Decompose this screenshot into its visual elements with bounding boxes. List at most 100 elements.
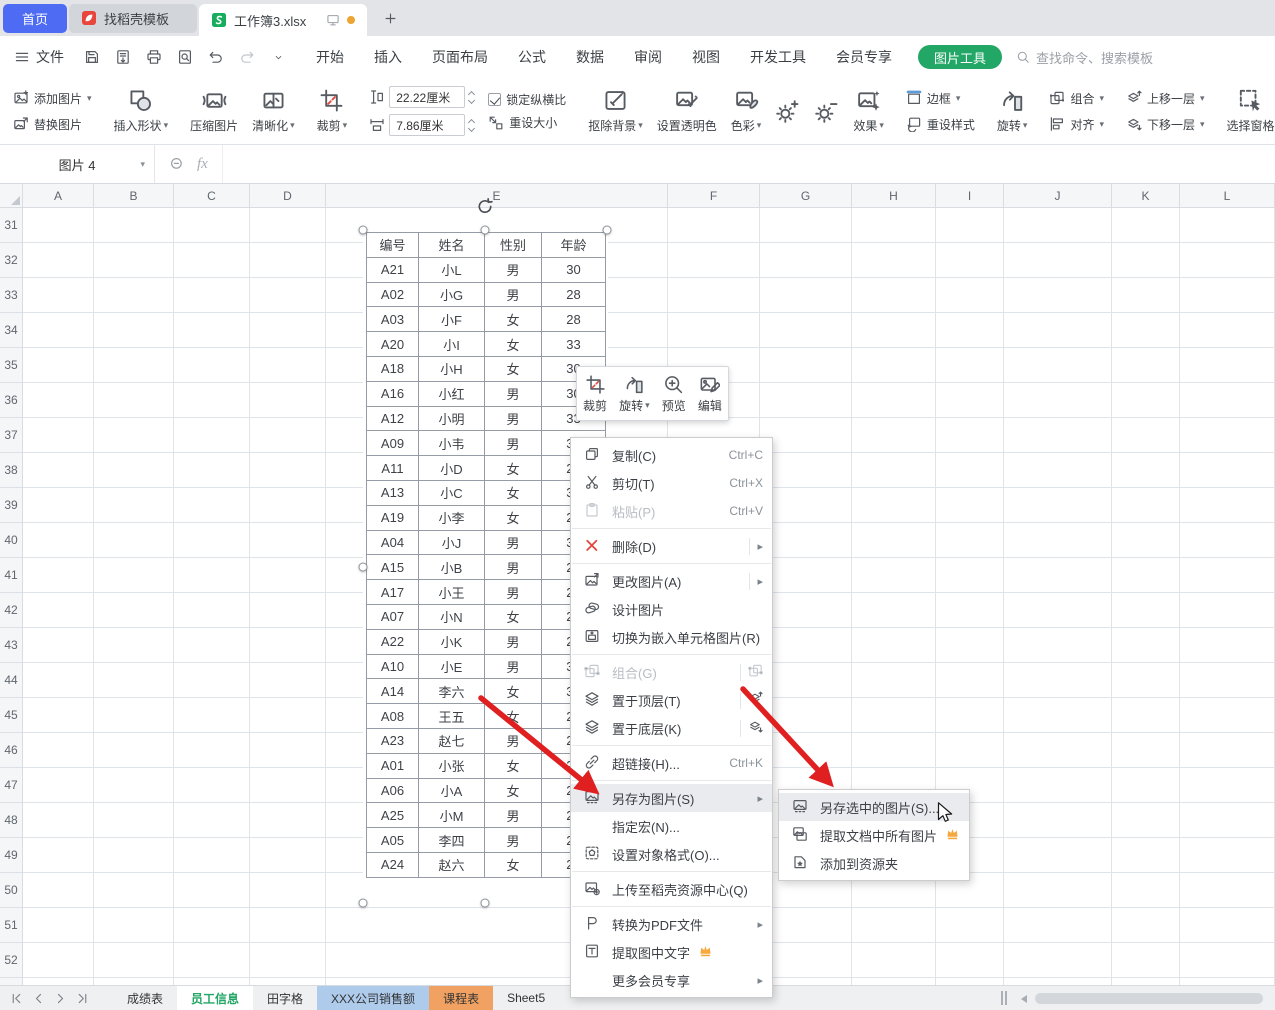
docer-template-tab[interactable]: 找稻壳模板 (69, 4, 197, 33)
tab-scroll-splitter[interactable] (1001, 991, 1007, 1005)
row-header[interactable]: 53 (0, 978, 22, 985)
submenu-item-extract-all-pictures[interactable]: 提取文档中所有图片 (779, 821, 969, 849)
selection-handle[interactable] (481, 226, 490, 235)
submenu-item-save-selected-picture[interactable]: 另存选中的图片(S)... (779, 793, 969, 821)
row-header[interactable]: 49 (0, 838, 22, 873)
selection-handle[interactable] (481, 899, 490, 908)
menu-item[interactable]: 会员专享 (836, 47, 892, 67)
command-search[interactable]: 查找命令、搜索模板 (1016, 48, 1153, 67)
lock-aspect-checkbox[interactable]: 锁定纵横比 (488, 91, 566, 108)
zoom-out-icon[interactable] (169, 156, 185, 172)
sheet-tab[interactable]: 课程表 (429, 986, 493, 1010)
menu-item[interactable]: 数据 (576, 47, 604, 67)
name-box[interactable]: 图片 4 ▾ (0, 145, 155, 183)
selection-handle[interactable] (359, 899, 368, 908)
mini-preview-button[interactable]: 预览 (662, 374, 686, 414)
column-header[interactable]: D (250, 184, 326, 207)
row-header[interactable]: 40 (0, 523, 22, 558)
height-stepper[interactable] (469, 92, 474, 103)
context-menu-item-embed-cell-picture[interactable]: 切换为嵌入单元格图片(R) (571, 623, 772, 651)
context-menu-item-hyperlink[interactable]: 超链接(H)...Ctrl+K (571, 749, 772, 777)
caret-down-button[interactable] (266, 45, 290, 69)
context-menu-item-more-member[interactable]: 更多会员专享▸ (571, 966, 772, 994)
context-menu-item-extract-text[interactable]: 提取图中文字 (571, 938, 772, 966)
context-menu-item-convert-pdf[interactable]: 转换为PDF文件▸ (571, 910, 772, 938)
ribbon-replace-picture-button[interactable]: 替换图片 (13, 116, 92, 133)
hscroll-left-icon[interactable] (1021, 995, 1027, 1003)
first-sheet-icon[interactable] (10, 992, 23, 1005)
row-header[interactable]: 41 (0, 558, 22, 593)
row-header[interactable]: 37 (0, 418, 22, 453)
undo-button[interactable] (204, 45, 228, 69)
menu-item[interactable]: 视图 (692, 47, 720, 67)
picture-height-input[interactable]: 22.22厘米 (389, 86, 465, 108)
context-menu-item-save-as-picture[interactable]: 另存为图片(S)▸ (571, 784, 772, 812)
row-header[interactable]: 46 (0, 733, 22, 768)
ribbon-bring-forward-button[interactable]: 上移一层▾ (1126, 90, 1205, 107)
context-menu-item-design-picture[interactable]: 设计图片 (571, 595, 772, 623)
context-menu-item-delete[interactable]: 删除(D)▸ (571, 532, 772, 560)
rotate-handle-icon[interactable] (476, 197, 495, 219)
column-header[interactable]: B (94, 184, 174, 207)
row-header[interactable]: 31 (0, 208, 22, 243)
mini-crop-button[interactable]: 裁剪 (583, 374, 607, 414)
column-header[interactable]: I (936, 184, 1004, 207)
context-menu-item-paste[interactable]: 粘贴(P)Ctrl+V (571, 497, 772, 525)
context-menu-item-upload-docer[interactable]: 上传至稻壳资源中心(Q) (571, 875, 772, 903)
context-menu-item-send-to-back[interactable]: 置于底层(K) (571, 714, 772, 742)
picture-width-input[interactable]: 7.86厘米 (389, 114, 465, 136)
selection-handle[interactable] (603, 226, 612, 235)
column-header[interactable]: L (1180, 184, 1275, 207)
ribbon-group-button[interactable]: 组合▾ (1049, 90, 1104, 107)
selection-handle[interactable] (359, 563, 368, 572)
menu-item[interactable]: 开始 (316, 47, 344, 67)
context-menu-item-copy[interactable]: 复制(C)Ctrl+C (571, 441, 772, 469)
ribbon-brightness-down-button[interactable] (814, 99, 839, 124)
row-header[interactable]: 39 (0, 488, 22, 523)
workbook-tab[interactable]: 工作簿3.xlsx (199, 4, 367, 36)
ribbon-add-picture-button[interactable]: 添加图片▾ (13, 90, 92, 107)
next-sheet-icon[interactable] (54, 992, 67, 1005)
selection-handle[interactable] (359, 226, 368, 235)
name-box-caret-icon[interactable]: ▾ (140, 160, 145, 169)
home-tab[interactable]: 首页 (3, 4, 67, 33)
context-menu-item-change-picture[interactable]: 更改图片(A)▸ (571, 567, 772, 595)
last-sheet-icon[interactable] (76, 992, 89, 1005)
column-header[interactable]: J (1004, 184, 1112, 207)
ribbon-align-button[interactable]: 对齐▾ (1049, 116, 1104, 133)
ribbon-compress-picture-button[interactable]: 压缩图片 (190, 88, 238, 134)
ribbon-color-button[interactable]: 色彩▾ (731, 88, 762, 134)
column-header[interactable]: G (760, 184, 852, 207)
redo-button[interactable] (235, 45, 259, 69)
row-header[interactable]: 32 (0, 243, 22, 278)
preview-doc-button[interactable] (173, 45, 197, 69)
row-header[interactable]: 34 (0, 313, 22, 348)
column-header[interactable]: A (23, 184, 94, 207)
submenu-item-add-to-resource-folder[interactable]: 添加到资源夹 (779, 849, 969, 877)
mini-edit-button[interactable]: 编辑 (698, 374, 722, 414)
ribbon-send-backward-button[interactable]: 下移一层▾ (1126, 116, 1205, 133)
ribbon-crop-button[interactable]: 裁剪▾ (317, 88, 348, 134)
sheet-tab[interactable]: 员工信息 (177, 986, 253, 1010)
ribbon-effects-button[interactable]: 效果▾ (853, 88, 884, 134)
ribbon-border-button[interactable]: 边框▾ (906, 90, 975, 107)
output-button[interactable] (111, 45, 135, 69)
select-all-corner[interactable] (0, 184, 23, 207)
context-menu-item-cut[interactable]: 剪切(T)Ctrl+X (571, 469, 772, 497)
horizontal-scrollbar[interactable] (1035, 993, 1263, 1004)
monitor-icon[interactable] (326, 13, 340, 27)
row-header[interactable]: 36 (0, 383, 22, 418)
row-header[interactable]: 48 (0, 803, 22, 838)
ribbon-selection-pane-button[interactable]: 选择窗格 (1227, 88, 1275, 134)
column-header[interactable]: H (852, 184, 936, 207)
menu-item[interactable]: 审阅 (634, 47, 662, 67)
row-header[interactable]: 33 (0, 278, 22, 313)
row-header[interactable]: 45 (0, 698, 22, 733)
sheet-tab[interactable]: 成绩表 (113, 986, 177, 1010)
prev-sheet-icon[interactable] (32, 992, 45, 1005)
row-header[interactable]: 35 (0, 348, 22, 383)
sheet-tab[interactable]: XXX公司销售额 (317, 986, 429, 1010)
column-header[interactable]: K (1112, 184, 1180, 207)
row-header[interactable]: 43 (0, 628, 22, 663)
row-header[interactable]: 44 (0, 663, 22, 698)
